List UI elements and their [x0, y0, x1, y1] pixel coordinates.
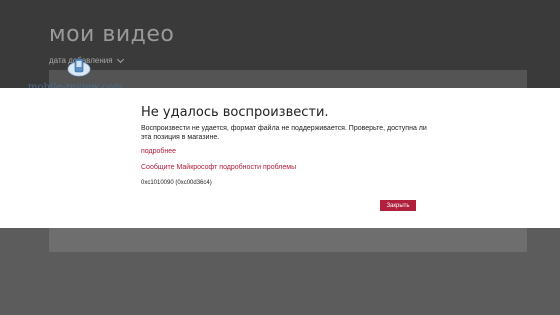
video-grid-area-lower	[49, 228, 527, 252]
error-code: 0xc1010090 (0xc00d36c4)	[141, 180, 212, 186]
report-problem-link[interactable]: Сообщите Майкрософт подробности проблемы	[141, 164, 296, 171]
dialog-title: Не удалось воспроизвести.	[141, 105, 329, 120]
close-button[interactable]: Закрыть	[380, 200, 416, 211]
page-title: мои видео	[49, 22, 175, 47]
more-info-link[interactable]: подробнее	[141, 148, 176, 155]
phone-logo-icon	[67, 58, 91, 77]
dialog-message: Воспроизвести не удается, формат файла н…	[141, 125, 427, 141]
